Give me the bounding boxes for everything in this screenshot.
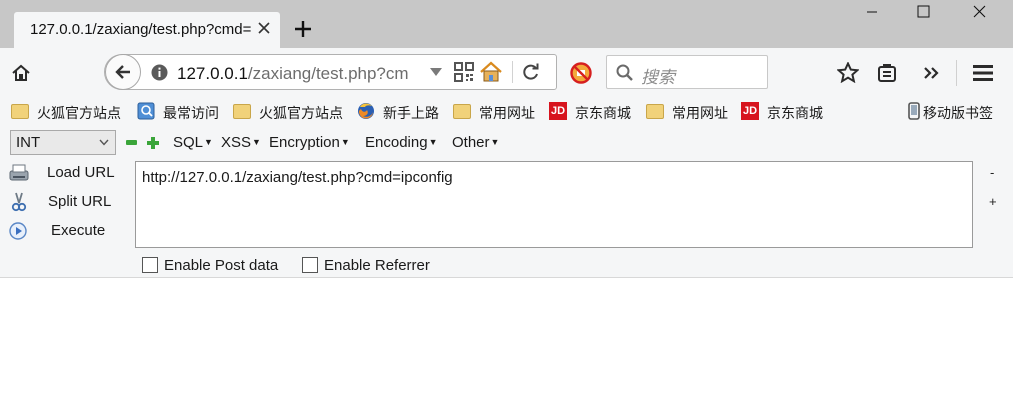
tab-active[interactable]: 127.0.0.1/zaxiang/test.php?cmd=ipconfig <box>14 12 280 48</box>
url-host: 127.0.0.1 <box>177 64 248 83</box>
url-divider <box>512 61 513 83</box>
menu-other[interactable]: Other▼ <box>452 134 499 151</box>
info-icon[interactable] <box>151 64 168 81</box>
bookmark-label: 火狐官方站点 <box>37 105 121 121</box>
load-url-label: Load URL <box>47 164 115 181</box>
caret-icon: ▼ <box>490 137 500 147</box>
menu-encoding-label: Encoding <box>365 134 428 151</box>
home-icon[interactable] <box>11 64 31 82</box>
bookmarks-toolbar: 火狐官方站点 最常访问 火狐官方站点 新手上路 常用网址 JD 京东商城 常用网… <box>0 98 1013 125</box>
smart-bookmark-icon <box>137 102 155 120</box>
load-url-button[interactable]: Load URL <box>8 162 123 184</box>
jd-icon: JD <box>741 102 759 120</box>
caret-icon: ▼ <box>428 137 438 147</box>
expand-button[interactable]: + <box>989 194 997 209</box>
execute-label: Execute <box>51 222 106 239</box>
menu-hamburger-icon[interactable] <box>972 64 994 82</box>
back-arrow-icon <box>115 65 130 79</box>
home-page-icon[interactable] <box>479 61 503 83</box>
folder-icon <box>233 104 251 119</box>
reload-icon[interactable] <box>522 63 540 81</box>
maximize-icon[interactable] <box>900 0 946 24</box>
folder-icon <box>11 104 29 119</box>
split-url-button[interactable]: Split URL <box>8 191 123 213</box>
bookmark-label: 常用网址 <box>479 105 535 121</box>
overflow-chevron-icon[interactable] <box>923 66 940 80</box>
bookmark-label: 常用网址 <box>672 105 728 121</box>
caret-icon: ▼ <box>252 137 261 147</box>
menu-encryption-label: Encryption <box>269 134 340 151</box>
play-icon <box>9 222 27 240</box>
close-tab-icon[interactable] <box>255 19 273 37</box>
menu-sql-label: SQL <box>173 134 204 151</box>
bookmark-label: 京东商城 <box>575 105 631 121</box>
new-tab-icon[interactable] <box>293 19 313 39</box>
search-icon <box>616 64 633 81</box>
back-button[interactable] <box>105 54 141 90</box>
toolbar-divider <box>956 60 957 86</box>
caret-icon: ▼ <box>204 137 213 147</box>
tab-title: 127.0.0.1/zaxiang/test.php?cmd=ipconfig <box>30 21 252 38</box>
bookmark-label: 火狐官方站点 <box>259 105 343 121</box>
scissors-icon <box>11 192 27 212</box>
mobile-phone-icon <box>908 102 920 120</box>
search-bar[interactable]: 搜索 <box>606 55 768 89</box>
jd-icon: JD <box>549 102 567 120</box>
checkbox-box[interactable] <box>302 257 318 273</box>
bookmark-label: 新手上路 <box>383 105 439 121</box>
execute-button[interactable]: Execute <box>8 220 123 242</box>
hackbar-panel: INT SQL▼ XSS▼ Encryption▼ Encoding▼ Othe… <box>0 125 1013 278</box>
menu-xss-label: XSS <box>221 134 252 151</box>
shrink-button[interactable]: - <box>990 165 994 180</box>
menu-other-label: Other <box>452 134 490 151</box>
folder-icon <box>453 104 471 119</box>
url-textarea[interactable]: http://127.0.0.1/zaxiang/test.php?cmd=ip… <box>135 161 973 248</box>
url-path: /zaxiang/test.php?cm <box>247 64 409 83</box>
adblock-icon[interactable] <box>570 62 592 84</box>
type-select[interactable]: INT <box>10 130 116 155</box>
menu-sql[interactable]: SQL▼ <box>173 134 213 151</box>
menu-encryption[interactable]: Encryption▼ <box>269 134 350 151</box>
decrease-icon[interactable] <box>126 139 137 146</box>
split-url-label: Split URL <box>48 193 112 210</box>
increase-icon[interactable] <box>147 137 159 149</box>
menu-xss[interactable]: XSS▼ <box>221 134 261 151</box>
folder-icon <box>646 104 664 119</box>
page-content <box>0 279 1013 409</box>
firefox-icon <box>358 103 374 119</box>
load-url-icon <box>9 164 29 181</box>
enable-referrer-label: Enable Referrer <box>324 257 430 274</box>
navigation-toolbar: 127.0.0.1/zaxiang/test.php?cm 搜索 <box>0 48 1013 98</box>
search-placeholder: 搜索 <box>641 68 675 87</box>
checkbox-box[interactable] <box>142 257 158 273</box>
url-bar[interactable]: 127.0.0.1/zaxiang/test.php?cm <box>104 54 557 90</box>
chevron-down-icon <box>99 139 109 146</box>
mobile-bookmarks-label: 移动版书签 <box>923 105 993 121</box>
bookmark-label: 京东商城 <box>767 105 823 121</box>
dropdown-arrow-icon[interactable] <box>430 68 442 77</box>
caret-icon: ▼ <box>340 137 350 147</box>
bookmark-label: 最常访问 <box>163 105 219 121</box>
bookmark-star-icon[interactable] <box>837 62 859 83</box>
close-window-icon[interactable] <box>956 0 1002 24</box>
minimize-icon[interactable] <box>849 0 895 24</box>
tab-strip: 127.0.0.1/zaxiang/test.php?cmd=ipconfig <box>0 0 1013 48</box>
type-select-value: INT <box>16 134 41 151</box>
reading-list-icon[interactable] <box>877 63 897 83</box>
enable-post-label: Enable Post data <box>164 257 279 274</box>
menu-encoding[interactable]: Encoding▼ <box>365 134 437 151</box>
url-text: 127.0.0.1/zaxiang/test.php?cm <box>177 64 427 84</box>
qr-code-icon[interactable] <box>454 62 474 82</box>
